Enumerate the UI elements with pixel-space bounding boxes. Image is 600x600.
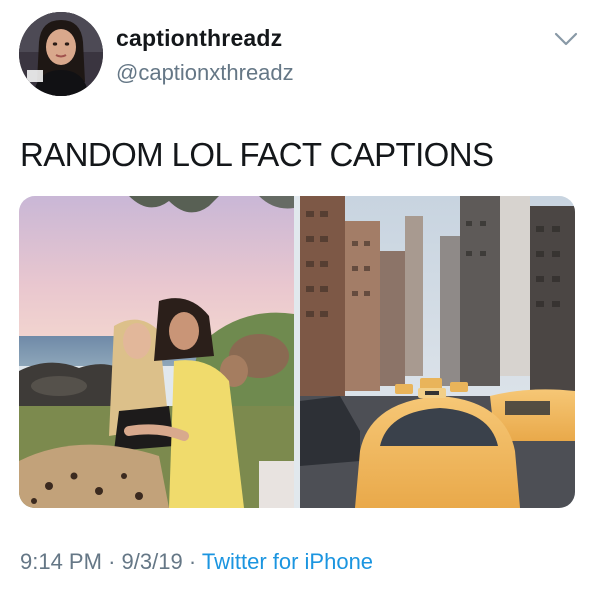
- avatar[interactable]: [19, 12, 103, 96]
- username-handle[interactable]: @captionxthreadz: [116, 60, 294, 86]
- tweet-card[interactable]: captionthreadz @captionxthreadz RANDOM L…: [0, 0, 600, 600]
- tweet-metadata: 9:14 PM · 9/3/19 · Twitter for iPhone: [20, 549, 373, 575]
- avatar-photo: [19, 12, 103, 96]
- tweet-date[interactable]: 9/3/19: [122, 549, 183, 574]
- chevron-down-icon[interactable]: [553, 29, 579, 49]
- media-grid: [19, 196, 575, 508]
- photo-taxi-street[interactable]: [300, 196, 575, 508]
- separator-dot: ·: [108, 549, 116, 574]
- tweet-text: RANDOM LOL FACT CAPTIONS: [20, 136, 494, 173]
- photo-friends-hugging[interactable]: [19, 196, 294, 508]
- separator-dot: ·: [188, 549, 197, 574]
- display-name[interactable]: captionthreadz: [116, 25, 282, 52]
- tweet-time[interactable]: 9:14 PM: [20, 549, 102, 574]
- tweet-source-link[interactable]: Twitter for iPhone: [202, 549, 373, 574]
